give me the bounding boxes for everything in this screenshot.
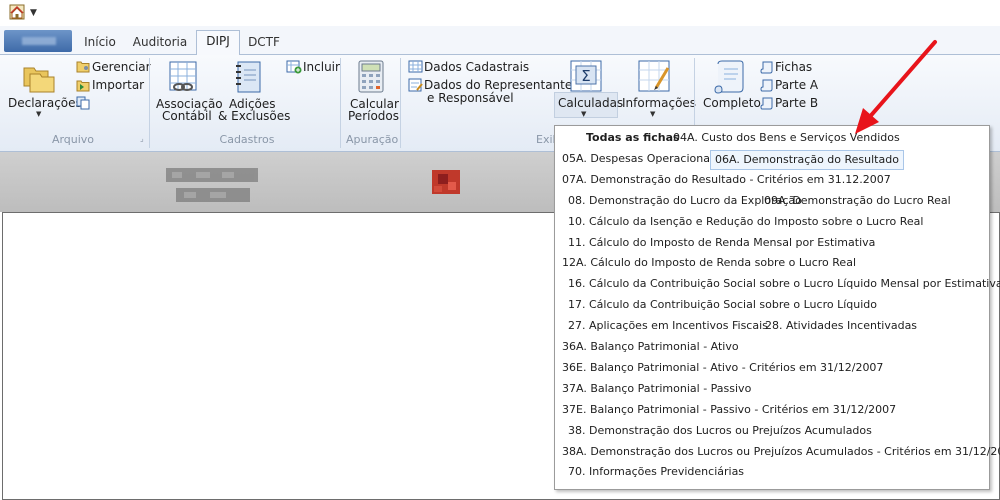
red-arrow-annotation — [855, 40, 937, 134]
scroll-icon — [760, 97, 773, 110]
notebook-icon — [236, 61, 261, 93]
menu-item[interactable]: 09A. Demonstração do Lucro Real — [764, 192, 951, 210]
pixelated-logo — [432, 170, 460, 194]
menu-item[interactable]: 38. Demonstração dos Lucros ou Prejuízos… — [568, 422, 872, 440]
menu-item[interactable]: 36A. Balanço Patrimonial - Ativo — [562, 338, 739, 356]
menu-item[interactable]: 07A. Demonstração do Resultado - Critéri… — [562, 171, 891, 189]
menu-item[interactable]: 11. Cálculo do Imposto de Renda Mensal p… — [568, 234, 875, 252]
group-separator — [400, 58, 401, 148]
parte-a-button[interactable]: Parte A — [775, 78, 818, 92]
sigma-table-icon: Σ — [570, 60, 602, 92]
grid-icon — [408, 60, 423, 73]
qa-dropdown-icon[interactable]: ▼ — [30, 8, 37, 18]
menu-item[interactable]: 27. Aplicações em Incentivos Fiscais — [568, 317, 768, 335]
importar-button[interactable]: Importar — [92, 78, 144, 92]
folder-gear-icon — [76, 61, 90, 73]
menu-item[interactable]: 36E. Balanço Patrimonial - Ativo - Crité… — [562, 359, 883, 377]
informacoes-dropdown-icon[interactable]: ▼ — [650, 110, 655, 118]
gerenciar-button[interactable]: Gerenciar — [92, 60, 151, 74]
scroll-icon — [760, 79, 773, 92]
folders-icon — [23, 67, 55, 93]
calcular-periodos-line2[interactable]: Períodos — [348, 109, 399, 123]
form-edit-icon — [408, 78, 423, 92]
declaracoes-button[interactable]: Declarações — [8, 96, 82, 110]
declaracoes-dropdown-icon[interactable]: ▼ — [36, 110, 41, 118]
table-link-icon — [169, 61, 197, 91]
menu-item[interactable]: 16. Cálculo da Contribuição Social sobre… — [568, 275, 1000, 293]
copy-pages-icon[interactable] — [76, 96, 90, 110]
menu-item[interactable]: 06A. Demonstração do Resultado — [710, 149, 904, 170]
application-button[interactable] — [4, 30, 72, 52]
associacao-contabil-line2[interactable]: Contábil — [162, 109, 212, 123]
menu-item[interactable]: 28. Atividades Incentivadas — [765, 317, 917, 335]
dados-representante-line2[interactable]: e Responsável — [427, 91, 514, 105]
parte-b-button[interactable]: Parte B — [775, 96, 818, 110]
incluir-button[interactable]: Incluir — [303, 60, 340, 74]
menu-item[interactable]: 05A. Despesas Operacionais — [562, 150, 719, 168]
informacoes-button[interactable]: Informações — [622, 96, 696, 110]
table-add-icon — [286, 60, 302, 74]
tab-dctf[interactable]: DCTF — [244, 32, 284, 54]
menu-item[interactable]: 10. Cálculo da Isenção e Redução do Impo… — [568, 213, 923, 231]
menu-item[interactable]: 12A. Cálculo do Imposto de Renda sobre o… — [562, 254, 856, 272]
group-label-apuracao: Apuração — [346, 133, 399, 146]
calculadas-dropdown-menu: Todas as fichas 04A. Custo dos Bens e Ser… — [554, 125, 1000, 490]
menu-item[interactable]: 37A. Balanço Patrimonial - Passivo — [562, 380, 751, 398]
pixelated-label — [166, 168, 258, 202]
import-folder-icon — [76, 80, 90, 92]
home-icon[interactable] — [8, 4, 26, 20]
group-label-cadastros: Cadastros — [219, 133, 275, 146]
dados-cadastrais-button[interactable]: Dados Cadastrais — [424, 60, 529, 74]
svg-text:Σ: Σ — [581, 67, 590, 85]
fichas-button[interactable]: Fichas — [775, 60, 812, 74]
menu-item[interactable]: Todas as fichas — [586, 129, 680, 147]
info-table-icon — [638, 60, 670, 92]
calculator-icon — [358, 60, 384, 93]
calculadas-dropdown-icon[interactable]: ▼ — [581, 110, 586, 118]
menu-item[interactable]: 38A. Demonstração dos Lucros ou Prejuízo… — [562, 443, 1000, 461]
dialog-launcher-icon[interactable]: ⌟ — [140, 134, 144, 143]
tab-inicio[interactable]: Início — [78, 32, 122, 54]
adicoes-exclusoes-line2[interactable]: & Exclusões — [218, 109, 290, 123]
group-label-arquivo: Arquivo — [51, 133, 95, 146]
tab-auditoria[interactable]: Auditoria — [130, 32, 190, 54]
quick-access-toolbar: ▼ — [0, 0, 1000, 26]
menu-item[interactable]: 17. Cálculo da Contribuição Social sobre… — [568, 296, 877, 314]
completo-button[interactable]: Completo — [703, 96, 761, 110]
group-separator — [340, 58, 341, 148]
menu-item[interactable]: 37E. Balanço Patrimonial - Passivo - Cri… — [562, 401, 896, 419]
group-separator — [149, 58, 150, 148]
scroll-icon — [760, 61, 773, 74]
menu-item[interactable]: 70. Informações Previdenciárias — [568, 463, 744, 481]
scroll-document-icon — [714, 60, 744, 94]
tab-dipj[interactable]: DIPJ — [196, 30, 240, 56]
dados-representante-line1[interactable]: Dados do Representante — [424, 78, 572, 92]
calculadas-button[interactable]: Calculadas — [558, 96, 623, 110]
